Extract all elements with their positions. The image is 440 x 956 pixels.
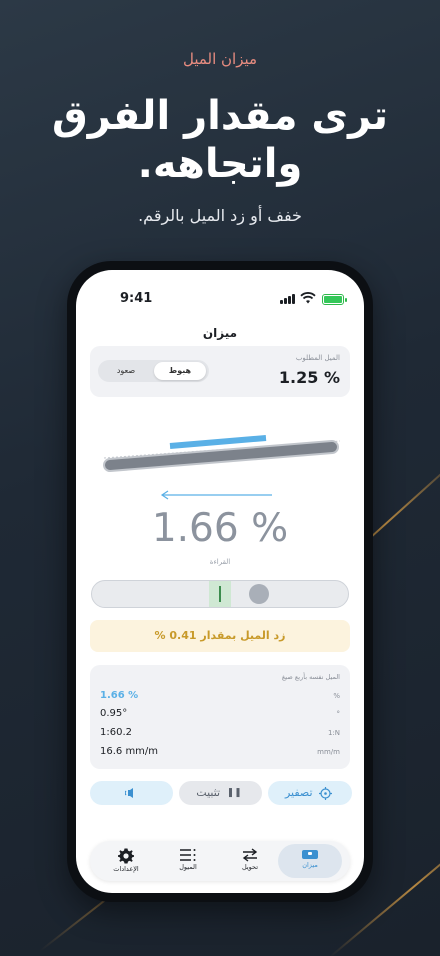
hero-title-line-1: ترى مقدار الفرق bbox=[52, 93, 388, 139]
hero-title: ترى مقدار الفرق واتجاهه. bbox=[0, 92, 440, 188]
tab-label: ميزان bbox=[302, 861, 318, 869]
tab-label: تحويل bbox=[241, 863, 259, 871]
pause-icon: ❚❚ bbox=[226, 788, 242, 798]
tab-slopes[interactable]: الميول bbox=[156, 844, 220, 878]
stat-row-mm-per-m: 16.6 mm/m mm/m bbox=[100, 746, 340, 760]
tab-level[interactable]: ميزان bbox=[278, 844, 342, 878]
wifi-icon bbox=[300, 292, 316, 304]
tab-convert[interactable]: تحويل bbox=[218, 844, 282, 878]
swap-icon bbox=[242, 848, 258, 862]
level-icon bbox=[302, 850, 318, 859]
stat-value: 0.95° bbox=[100, 708, 128, 719]
direction-option-up[interactable]: صعود bbox=[100, 362, 152, 380]
bubble-center-mark bbox=[219, 586, 221, 602]
screen-title: ميزان bbox=[202, 326, 238, 340]
stat-unit: ° bbox=[336, 710, 341, 718]
reading-value: 1.66 % bbox=[151, 506, 289, 551]
slope-formats-title: الميل نفسه بأربع صيغ bbox=[281, 673, 340, 681]
level-gauge bbox=[103, 435, 341, 500]
tab-label: الميول bbox=[179, 863, 197, 871]
stat-unit: mm/m bbox=[317, 748, 340, 756]
status-bar: 9:41 bbox=[76, 288, 364, 308]
crosshair-icon bbox=[319, 786, 333, 800]
hero-eyebrow: ميزان الميل bbox=[182, 50, 258, 68]
target-slope-value[interactable]: 1.25 % bbox=[279, 368, 340, 387]
target-slope-card: الميل المطلوب 1.25 % هبوط صعود bbox=[90, 346, 350, 397]
speaker-icon bbox=[124, 788, 133, 798]
slope-formats-card: الميل نفسه بأربع صيغ 1.66 % % 0.95° ° 1:… bbox=[90, 665, 350, 769]
status-time: 9:41 bbox=[120, 291, 153, 306]
stat-row-percent: 1.66 % % bbox=[100, 690, 340, 704]
direction-option-down[interactable]: هبوط bbox=[154, 362, 206, 380]
stat-value: 1:60.2 bbox=[100, 727, 132, 738]
hero-title-line-2: واتجاهه. bbox=[137, 141, 303, 187]
direction-toggle: هبوط صعود bbox=[98, 360, 209, 382]
stat-value: 1.66 % bbox=[100, 690, 139, 701]
stat-value: 16.6 mm/m bbox=[100, 746, 159, 757]
hero-subtitle: خفف أو زد الميل بالرقم. bbox=[138, 206, 302, 225]
tab-label: الإعدادات bbox=[113, 865, 139, 873]
phone-frame: 9:41 ميزان الميل المطلوب 1.25 % هبوط صعو… bbox=[67, 261, 373, 902]
hold-button-label: تثبيت bbox=[196, 786, 221, 799]
target-slope-label: الميل المطلوب bbox=[295, 354, 340, 362]
target-slope-bar bbox=[169, 435, 267, 449]
stat-row-ratio: 1:60.2 1:N bbox=[100, 727, 340, 741]
bubble-level bbox=[91, 580, 349, 608]
battery-icon bbox=[322, 294, 347, 305]
reading-label: القراءة bbox=[209, 558, 231, 566]
app-screen: 9:41 ميزان الميل المطلوب 1.25 % هبوط صعو… bbox=[76, 270, 364, 893]
zero-button-label: تصفير bbox=[284, 786, 313, 799]
zero-button[interactable]: تصفير bbox=[268, 781, 352, 805]
stat-row-degrees: 0.95° ° bbox=[100, 708, 340, 722]
sound-button[interactable] bbox=[90, 781, 173, 805]
gear-icon bbox=[118, 848, 134, 864]
tab-bar: ميزان تحويل الميول الإعدادات bbox=[90, 841, 350, 881]
tab-settings[interactable]: الإعدادات bbox=[94, 844, 158, 878]
cellular-signal-icon bbox=[280, 294, 296, 304]
hold-button[interactable]: ❚❚ تثبيت bbox=[179, 781, 262, 805]
action-buttons: ❚❚ تثبيت تصفير bbox=[90, 781, 352, 805]
stat-unit: % bbox=[333, 692, 340, 700]
adjustment-hint: زد الميل بمقدار 0.41 % bbox=[90, 620, 350, 652]
bubble-indicator bbox=[249, 584, 269, 604]
stat-unit: 1:N bbox=[327, 729, 340, 737]
list-icon bbox=[180, 849, 196, 861]
